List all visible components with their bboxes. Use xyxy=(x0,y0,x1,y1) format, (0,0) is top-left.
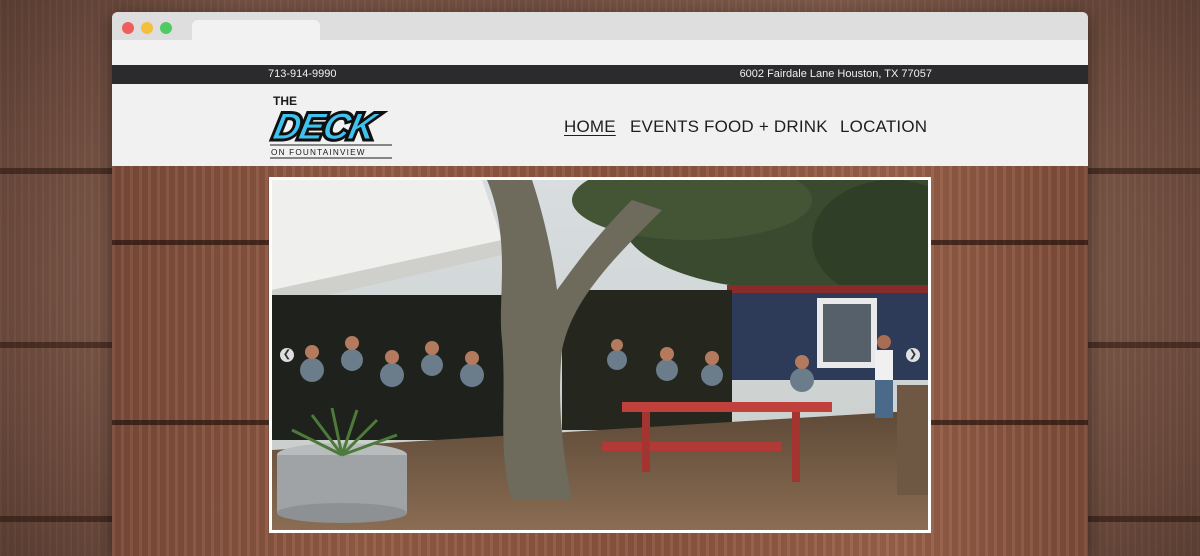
nav-location[interactable]: LOCATION xyxy=(840,117,927,137)
patio-scene xyxy=(272,180,928,530)
site-header: THE DECK DECK ON FOUNTAINVIEW HOME EVENT… xyxy=(112,84,1088,166)
nav-home[interactable]: HOME xyxy=(564,117,616,137)
close-window-button[interactable] xyxy=(122,22,134,34)
logo-deck-text: DECK xyxy=(270,105,384,147)
photo-slider: ❮ ❯ xyxy=(269,177,931,533)
browser-address-bar[interactable] xyxy=(112,40,1088,65)
street-address: 6002 Fairdale Lane Houston, TX 77057 xyxy=(739,68,932,80)
browser-tab[interactable] xyxy=(192,20,320,40)
top-info-bar: 713-914-9990 6002 Fairdale Lane Houston,… xyxy=(112,65,1088,84)
nav-food-drink[interactable]: FOOD + DRINK xyxy=(704,117,828,137)
minimize-window-button[interactable] xyxy=(141,22,153,34)
slider-next-button[interactable]: ❯ xyxy=(906,348,920,362)
browser-window: 713-914-9990 6002 Fairdale Lane Houston,… xyxy=(112,12,1088,556)
chevron-left-icon: ❮ xyxy=(282,349,292,360)
site-logo[interactable]: THE DECK DECK ON FOUNTAINVIEW xyxy=(268,90,396,160)
nav-events[interactable]: EVENTS xyxy=(630,117,699,137)
browser-chrome xyxy=(112,12,1088,65)
slider-prev-button[interactable]: ❮ xyxy=(280,348,294,362)
hero-section: ❮ ❯ xyxy=(112,166,1088,556)
maximize-window-button[interactable] xyxy=(160,22,172,34)
patio-photo: ❮ ❯ xyxy=(272,180,928,530)
chevron-right-icon: ❯ xyxy=(908,349,918,360)
logo-tagline: ON FOUNTAINVIEW xyxy=(271,148,366,157)
phone-number[interactable]: 713-914-9990 xyxy=(268,65,337,84)
